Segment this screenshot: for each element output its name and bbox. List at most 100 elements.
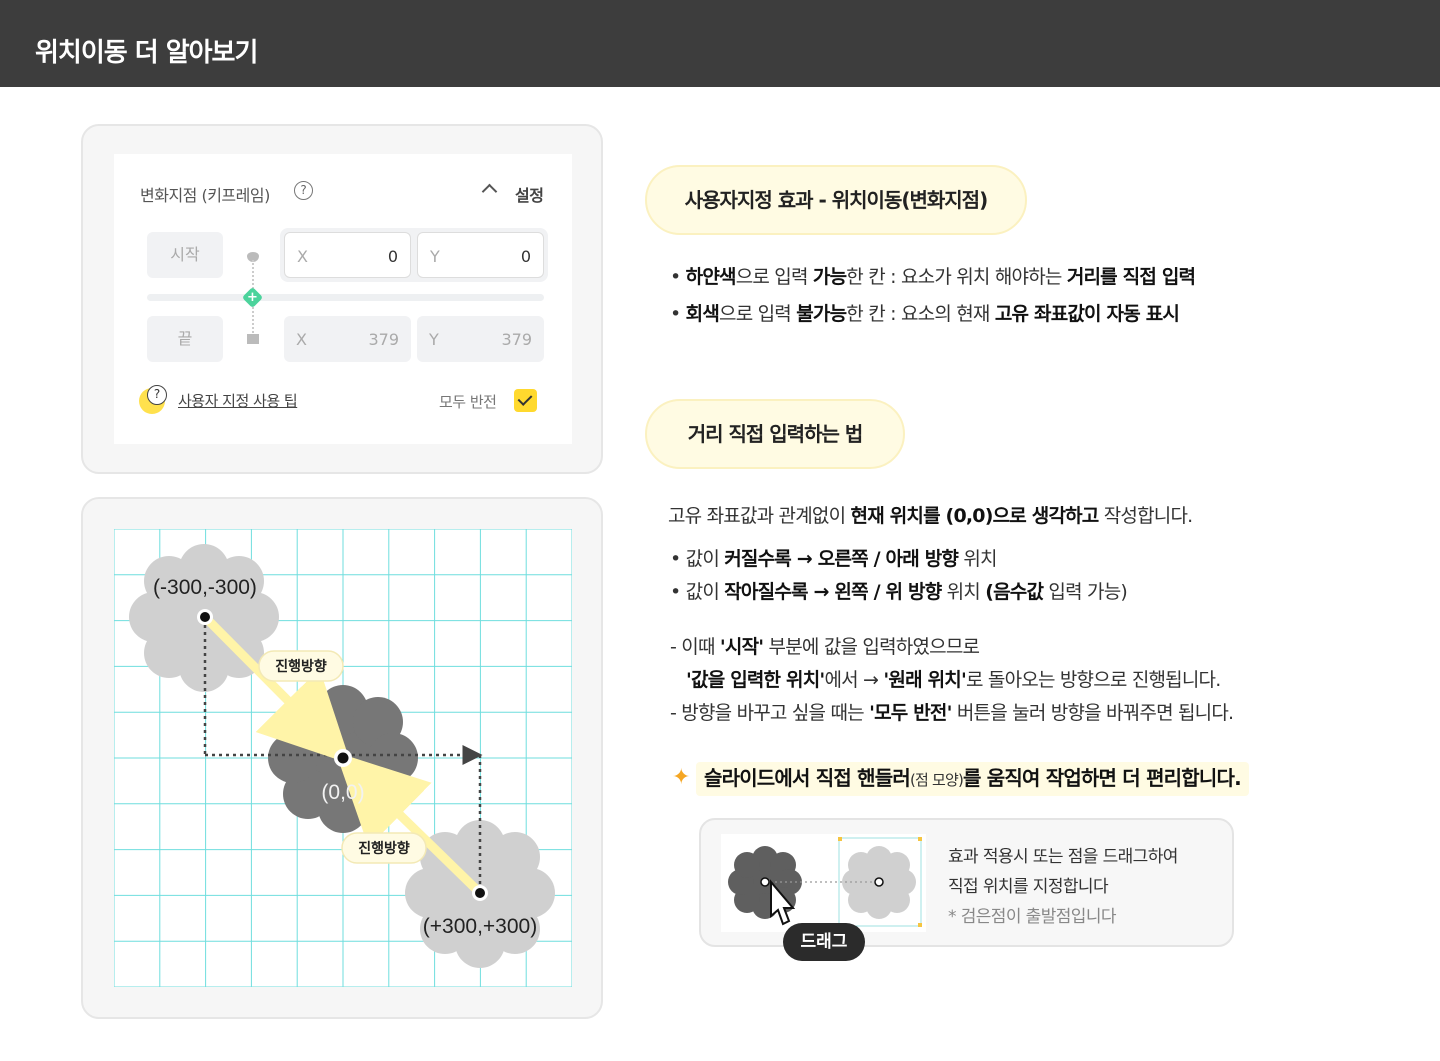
text-bold: 현재 위치를 (0,0)으로 생각하고: [850, 505, 1100, 527]
check-icon: [517, 391, 533, 406]
drag-demo-illustration: [721, 834, 926, 932]
text-bold: 거리를 직접 입력: [1066, 266, 1196, 288]
demo-line-1: 효과 적용시 또는 점을 드래그하여: [948, 847, 1178, 867]
tip-icon: ?: [139, 385, 167, 414]
text-bold: '값을 입력한 위치': [686, 669, 825, 691]
text-bold: (음수값: [985, 581, 1044, 603]
text: 입력 가능): [1043, 581, 1127, 603]
start-y-label: Y: [430, 247, 440, 266]
text: 고유 좌표값과 관계없이: [668, 505, 851, 527]
handle-center-dot: [337, 752, 349, 764]
section1-pill: 사용자지정 효과 - 위치이동(변화지점): [645, 165, 1027, 235]
end-y-label: Y: [429, 330, 439, 349]
keyframe-card: 변화지점 (키프레임) ? 설정 시작 끝 + X 0 Y 0 X 379 Y …: [81, 124, 603, 474]
start-chip: 시작: [147, 232, 223, 278]
start-x-label: X: [297, 247, 308, 266]
start-y-value: 0: [520, 247, 531, 266]
text-bold: '시작': [719, 636, 764, 658]
end-x-label: X: [296, 330, 307, 349]
drag-demo-svg: [728, 837, 922, 927]
text-bold: 하얀색: [685, 266, 737, 288]
coord-label-center: (0,0): [321, 781, 364, 804]
section2-bullet-2: • 값이 작아질수록 → 왼쪽 / 위 방향 위치 (음수값 입력 가능): [670, 577, 1128, 604]
text-small: (점 모양): [909, 771, 964, 789]
invert-all-checkbox[interactable]: [514, 389, 537, 412]
chevron-up-icon[interactable]: [481, 183, 498, 200]
section2-note-3: - 방향을 바꾸고 싶을 때는 '모두 반전' 버튼을 눌러 방향을 바꿔주면 …: [670, 698, 1234, 725]
text: 부분에 값을 입력하였으므로: [763, 636, 980, 658]
text: 버튼을 눌러 방향을 바꿔주면 됩니다.: [951, 702, 1234, 724]
page-title: 위치이동 더 알아보기: [35, 38, 258, 68]
text-bold: 회색: [685, 303, 720, 325]
demo-note: * 검은점이 출발점입니다: [948, 907, 1117, 927]
end-x-field: X 379: [284, 316, 411, 362]
section2-note-2: '값을 입력한 위치'에서 → '원래 위치'로 돌아오는 방향으로 진행됩니다…: [686, 665, 1221, 692]
demo-start-dot: [760, 877, 770, 887]
section2-tip: 슬라이드에서 직접 핸들러(점 모양)를 움직여 작업하면 더 편리합니다.: [696, 762, 1249, 796]
text: 에서 →: [824, 669, 884, 691]
text-bold: 불가능: [796, 303, 847, 325]
sparkle-icon: ✦: [672, 765, 691, 790]
text: 한 칸 : 요소가 위치 해야하는: [846, 266, 1067, 288]
keyframe-track: [147, 294, 544, 301]
text: 작성합니다.: [1098, 505, 1193, 527]
drag-badge: 드래그: [783, 923, 865, 961]
text-bold: 를 움직여 작업하면 더 편리합니다.: [963, 766, 1242, 790]
keyframe-panel-title: 변화지점 (키프레임): [140, 186, 270, 205]
page-header: 위치이동 더 알아보기: [0, 0, 1440, 87]
end-marker-icon: [247, 334, 259, 344]
direction-label-2: 진행방향: [358, 840, 410, 857]
section1-bullet-1: • 하얀색으로 입력 가능한 칸 : 요소가 위치 해야하는 거리를 직접 입력: [670, 262, 1196, 289]
text: 으로 입력: [735, 266, 813, 288]
text-bold: '원래 위치': [883, 669, 966, 691]
section2-bullet-1: • 값이 커질수록 → 오른쪽 / 아래 방향 위치: [670, 544, 997, 571]
section2-pill: 거리 직접 입력하는 법: [645, 399, 905, 469]
demo-line-2: 직접 위치를 지정합니다: [948, 877, 1109, 897]
section1-bullet-2: • 회색으로 입력 불가능한 칸 : 요소의 현재 고유 좌표값이 자동 표시: [670, 299, 1180, 326]
invert-all-label: 모두 반전: [439, 393, 497, 411]
start-x-input[interactable]: X 0: [284, 232, 411, 278]
text: • 값이: [670, 581, 725, 603]
add-keyframe-glyph: +: [247, 290, 258, 305]
text-bold: '모두 반전': [869, 702, 952, 724]
section2-intro: 고유 좌표값과 관계없이 현재 위치를 (0,0)으로 생각하고 작성합니다.: [668, 501, 1193, 528]
custom-tip-link[interactable]: 사용자 지정 사용 팁: [178, 390, 298, 411]
handle-topleft-dot: [200, 612, 210, 622]
text: 으로 입력: [719, 303, 797, 325]
tip-question-glyph: ?: [147, 385, 167, 405]
keyframe-panel: 변화지점 (키프레임) ? 설정 시작 끝 + X 0 Y 0 X 379 Y …: [114, 154, 572, 444]
text-bold: 슬라이드에서 직접 핸들러: [704, 766, 911, 790]
end-chip: 끝: [147, 316, 223, 362]
coord-label-bottomright: (+300,+300): [423, 915, 537, 938]
direction-label-1: 진행방향: [275, 658, 327, 675]
bullet-dot: •: [670, 303, 686, 325]
handle-bottomright-dot: [475, 888, 485, 898]
drag-demo-box: 효과 적용시 또는 점을 드래그하여 직접 위치를 지정합니다 * 검은점이 출…: [699, 818, 1234, 961]
text-bold: 커질수록 → 오른쪽 / 아래 방향: [724, 548, 959, 570]
start-x-value: 0: [387, 247, 398, 266]
text: 한 칸 : 요소의 현재: [846, 303, 995, 325]
demo-end-dot: [874, 877, 884, 887]
end-y-value: 379: [501, 330, 532, 349]
text-bold: 가능: [812, 266, 847, 288]
text: 위치: [941, 581, 986, 603]
help-icon[interactable]: ?: [294, 181, 313, 200]
setting-button[interactable]: 설정: [515, 182, 544, 206]
text-bold: 작아질수록 → 왼쪽 / 위 방향: [724, 581, 942, 603]
text: • 값이: [670, 548, 725, 570]
coord-label-topleft: (-300,-300): [153, 576, 257, 599]
bullet-dot: •: [670, 266, 686, 288]
text: 위치: [958, 548, 997, 570]
text: 로 돌아오는 방향으로 진행됩니다.: [965, 669, 1221, 691]
end-y-field: Y 379: [417, 316, 544, 362]
add-keyframe-icon[interactable]: +: [241, 286, 264, 309]
text-bold: 고유 좌표값이 자동 표시: [994, 303, 1180, 325]
tip-highlight: 슬라이드에서 직접 핸들러(점 모양)를 움직여 작업하면 더 편리합니다.: [696, 762, 1249, 796]
end-x-value: 379: [368, 330, 399, 349]
section2-note-1: - 이때 '시작' 부분에 값을 입력하였으므로: [670, 632, 980, 659]
coordinate-grid-figure: 진행방향 진행방향 (-300,-300) (0,0) (+300,+300): [114, 529, 572, 987]
text: - 이때: [670, 636, 720, 658]
text: - 방향을 바꾸고 싶을 때는: [670, 702, 870, 724]
grid-figure-card: 진행방향 진행방향 (-300,-300) (0,0) (+300,+300): [81, 497, 603, 1019]
start-y-input[interactable]: Y 0: [417, 232, 544, 278]
